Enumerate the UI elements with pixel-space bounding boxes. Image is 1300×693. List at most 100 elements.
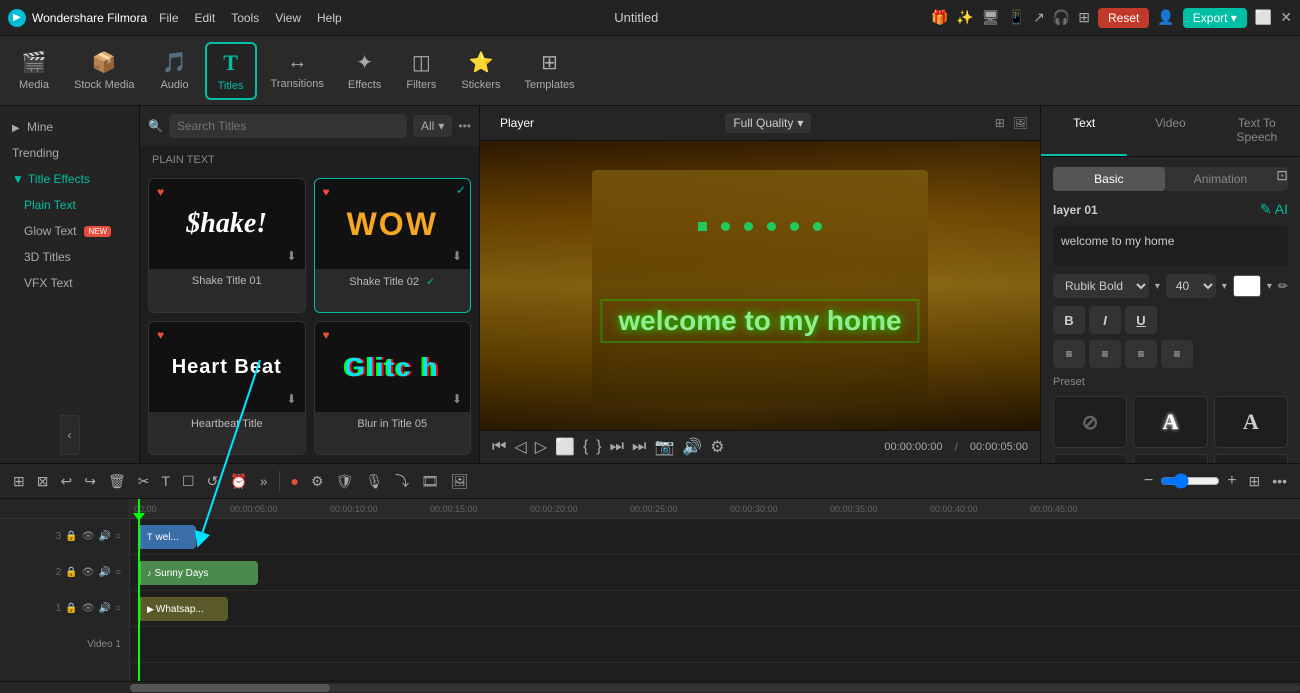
- align-justify-button[interactable]: ≡: [1161, 340, 1193, 368]
- timeline-delete[interactable]: 🗑: [103, 470, 131, 493]
- grid-view-icon[interactable]: ⊞: [995, 116, 1005, 130]
- toolbar-stickers[interactable]: ⭐ Stickers: [451, 44, 510, 97]
- track3-volume[interactable]: 🔊: [99, 531, 111, 542]
- timeline-mic[interactable]: 🎙: [360, 470, 388, 493]
- toolbar-audio[interactable]: 🎵 Audio: [149, 44, 201, 97]
- step-back-button[interactable]: ◁: [514, 437, 526, 457]
- track1-eye[interactable]: 👁: [82, 603, 95, 614]
- timeline-more[interactable]: »: [255, 470, 273, 492]
- scrollbar-thumb[interactable]: [130, 684, 330, 692]
- quality-selector[interactable]: Full Quality ▾: [725, 113, 811, 133]
- sidebar-vfx-text[interactable]: VFX Text: [0, 270, 139, 296]
- underline-button[interactable]: U: [1125, 306, 1157, 334]
- snapshot-button[interactable]: 📷: [654, 437, 674, 457]
- italic-button[interactable]: I: [1089, 306, 1121, 334]
- timeline-grid-options[interactable]: ⊞: [1244, 470, 1266, 493]
- toolbar-media[interactable]: 🎬 Media: [8, 44, 60, 97]
- toolbar-titles[interactable]: T Titles: [205, 42, 257, 100]
- prev-clip-button[interactable]: ⏭: [610, 438, 624, 456]
- sidebar-plain-text[interactable]: Plain Text: [0, 192, 139, 218]
- tab-video[interactable]: Video: [1127, 106, 1213, 156]
- search-input[interactable]: [169, 114, 407, 138]
- toolbar-stock-media[interactable]: 📦 Stock Media: [64, 44, 145, 97]
- sub-tab-animation[interactable]: Animation: [1165, 167, 1277, 191]
- text-content-area[interactable]: welcome to my home: [1053, 226, 1288, 266]
- track3-eye[interactable]: 👁: [82, 531, 95, 542]
- title-card-heartbeat[interactable]: ♥ Heart Beat ⬇ Heartbeat Title: [148, 321, 306, 455]
- title-card-shake02[interactable]: ♥ WOW ✓ ⬇ Shake Title 02 ✓: [314, 178, 472, 313]
- track3-clip-title[interactable]: T wel...: [138, 525, 196, 549]
- purchase-button[interactable]: Reset: [1098, 8, 1149, 28]
- settings-button[interactable]: ⚙: [710, 437, 724, 457]
- timeline-snapshot2[interactable]: 🖼: [446, 470, 474, 493]
- preset-gray-outline[interactable]: A: [1214, 396, 1288, 448]
- font-size-selector[interactable]: 40: [1166, 274, 1216, 298]
- toolbar-effects[interactable]: ✦ Effects: [338, 44, 391, 97]
- filter-button[interactable]: All ▾: [413, 115, 452, 137]
- timeline-settings2[interactable]: ⚙: [306, 470, 329, 493]
- timeline-film[interactable]: 🎞: [416, 470, 444, 493]
- timeline-crop[interactable]: ☐: [177, 470, 200, 493]
- pen-icon[interactable]: ✏: [1278, 279, 1288, 293]
- edit-icon[interactable]: ✎ AI: [1260, 201, 1288, 218]
- color-swatch[interactable]: [1233, 275, 1261, 297]
- panel-expand-icon[interactable]: ⊡: [1276, 167, 1288, 191]
- track2-clip-audio[interactable]: ♪ Sunny Days: [138, 561, 258, 585]
- timeline-import[interactable]: ⤵: [390, 468, 414, 494]
- timeline-text[interactable]: T: [156, 470, 175, 492]
- play-button[interactable]: ▷: [535, 437, 547, 457]
- zoom-minus-button[interactable]: −: [1139, 469, 1158, 493]
- sidebar-item-mine[interactable]: ▶ Mine: [0, 114, 139, 140]
- maximize-icon[interactable]: ⬜: [1255, 9, 1272, 26]
- preset-blue-glow[interactable]: A: [1053, 454, 1127, 463]
- bold-button[interactable]: B: [1053, 306, 1085, 334]
- more-options-icon[interactable]: •••: [458, 119, 471, 133]
- timeline-speed[interactable]: ⏰: [225, 470, 252, 493]
- track3-lock[interactable]: 🔒: [65, 531, 77, 542]
- timeline-rotate[interactable]: ↺: [202, 470, 224, 493]
- timeline-cut[interactable]: ✂: [133, 470, 155, 493]
- timeline-more-options[interactable]: •••: [1267, 470, 1292, 492]
- prev-frame-button[interactable]: ⏮: [492, 438, 506, 456]
- menu-edit[interactable]: Edit: [195, 11, 216, 25]
- track3-mute[interactable]: ○: [115, 531, 121, 542]
- timeline-shield[interactable]: 🛡: [331, 470, 359, 493]
- timeline-undo[interactable]: ↩: [55, 470, 77, 493]
- close-icon[interactable]: ✕: [1280, 9, 1292, 26]
- export-button[interactable]: Export ▾: [1183, 8, 1247, 28]
- track2-eye[interactable]: 👁: [82, 567, 95, 578]
- timeline-record[interactable]: ●: [286, 470, 304, 492]
- preset-none[interactable]: ⊘: [1053, 396, 1127, 448]
- timeline-select[interactable]: ⊠: [32, 470, 54, 493]
- track1-mute[interactable]: ○: [115, 603, 121, 614]
- volume-button[interactable]: 🔊: [682, 437, 702, 457]
- sidebar-item-trending[interactable]: Trending: [0, 140, 139, 166]
- mark-out-button[interactable]: }: [596, 438, 601, 456]
- menu-tools[interactable]: Tools: [231, 11, 259, 25]
- sidebar-glow-text[interactable]: Glow Text NEW: [0, 218, 139, 244]
- track1-volume[interactable]: 🔊: [99, 603, 111, 614]
- track2-volume[interactable]: 🔊: [99, 567, 111, 578]
- preset-white-outline[interactable]: A: [1133, 396, 1207, 448]
- title-card-shake01[interactable]: ♥ $hake! ⬇ Shake Title 01: [148, 178, 306, 313]
- tab-tts[interactable]: Text To Speech: [1214, 106, 1300, 156]
- next-clip-button[interactable]: ⏭: [632, 438, 646, 456]
- sidebar-3d-titles[interactable]: 3D Titles: [0, 244, 139, 270]
- tab-text[interactable]: Text: [1041, 106, 1127, 156]
- track1-clip-video[interactable]: ▶ Whatsap...: [138, 597, 228, 621]
- player-tab[interactable]: Player: [492, 112, 542, 134]
- zoom-slider[interactable]: [1160, 473, 1220, 489]
- sidebar-title-effects-header[interactable]: ▼ Title Effects: [0, 166, 139, 192]
- preset-blue-3d[interactable]: A: [1214, 454, 1288, 463]
- title-card-blurin[interactable]: ♥ Glitc h ⬇ Blur in Title 05: [314, 321, 472, 455]
- mark-in-button[interactable]: {: [583, 438, 588, 456]
- sub-tab-basic[interactable]: Basic: [1053, 167, 1165, 191]
- menu-file[interactable]: File: [159, 11, 178, 25]
- menu-view[interactable]: View: [275, 11, 301, 25]
- timeline-multi-select[interactable]: ⊞: [8, 470, 30, 493]
- track2-lock[interactable]: 🔒: [65, 567, 77, 578]
- font-selector[interactable]: Rubik Bold: [1053, 274, 1149, 298]
- preset-teal-3d[interactable]: A: [1133, 454, 1207, 463]
- stop-button[interactable]: ⬜: [555, 437, 575, 457]
- photo-icon[interactable]: 🖼: [1013, 116, 1028, 130]
